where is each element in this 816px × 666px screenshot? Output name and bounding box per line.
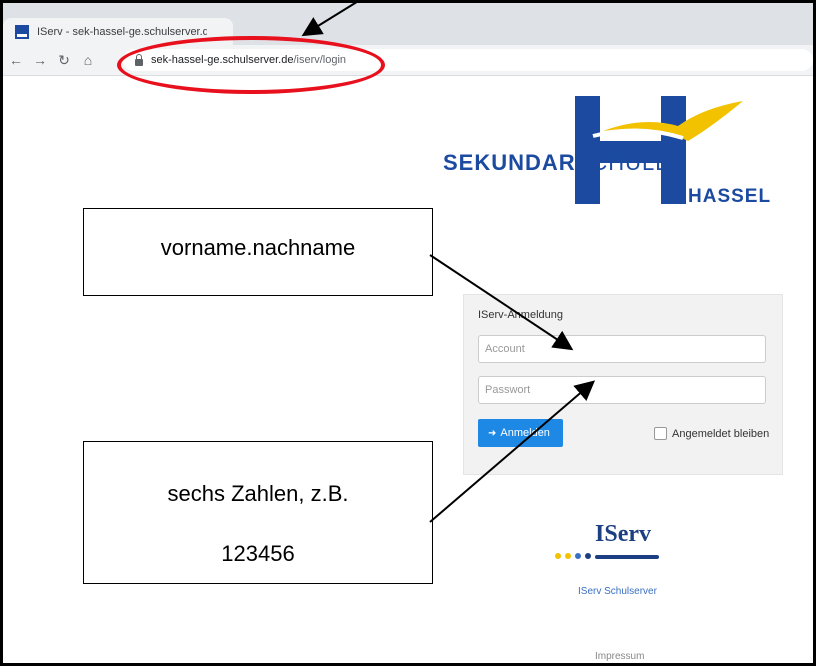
account-input[interactable] [478, 335, 766, 363]
login-title: IServ-Anmeldung [478, 309, 563, 321]
iserv-caption-link[interactable]: IServ Schulserver [578, 586, 657, 597]
iserv-logo: IServ [555, 521, 675, 566]
remember-checkbox[interactable] [654, 427, 667, 440]
browser-tab-bar: IServ - sek-hassel-ge.schulserver.de [3, 3, 813, 45]
iserv-logo-text: IServ [595, 521, 651, 547]
annotation-box-username: vorname.nachname [83, 208, 433, 296]
login-panel: IServ-Anmeldung ➜Anmelden Angemeldet ble… [463, 294, 783, 475]
annotation-password-line2: 123456 [221, 541, 295, 566]
logo-text-sekundarschule: SEKUNDARSCHULE [443, 150, 671, 175]
remember-me[interactable]: Angemeldet bleiben [654, 427, 769, 440]
back-icon[interactable]: ← [5, 49, 27, 71]
annotation-box-password: sechs Zahlen, z.B. 123456 [83, 441, 433, 584]
school-logo: SEKUNDARSCHULE HASSEL [443, 96, 793, 211]
iserv-favicon-icon [15, 24, 29, 39]
login-button[interactable]: ➜ Anmelden [478, 419, 563, 447]
iserv-dot-navy [585, 553, 591, 559]
forward-icon[interactable]: → [29, 49, 51, 71]
iserv-dot-yellow [555, 553, 561, 559]
iserv-dot-yellow-2 [565, 553, 571, 559]
login-button-label: Anmelden [500, 427, 550, 439]
logo-text-hassel: HASSEL [688, 186, 772, 207]
login-icon: ➜ [488, 427, 497, 439]
iserv-logo-bar [595, 555, 659, 559]
iserv-dot-blue [575, 553, 581, 559]
tab-title: IServ - sek-hassel-ge.schulserver.de [37, 25, 207, 38]
reload-icon[interactable]: ↻ [53, 49, 75, 71]
annotation-password-line1: sechs Zahlen, z.B. [167, 481, 349, 506]
screenshot-frame: IServ - sek-hassel-ge.schulserver.de ← →… [0, 0, 816, 666]
home-icon[interactable]: ⌂ [77, 49, 99, 71]
password-input[interactable] [478, 376, 766, 404]
remember-label: Angemeldet bleiben [672, 427, 770, 440]
impressum-link[interactable]: Impressum [595, 651, 644, 662]
url-highlight-ellipse [117, 36, 385, 94]
